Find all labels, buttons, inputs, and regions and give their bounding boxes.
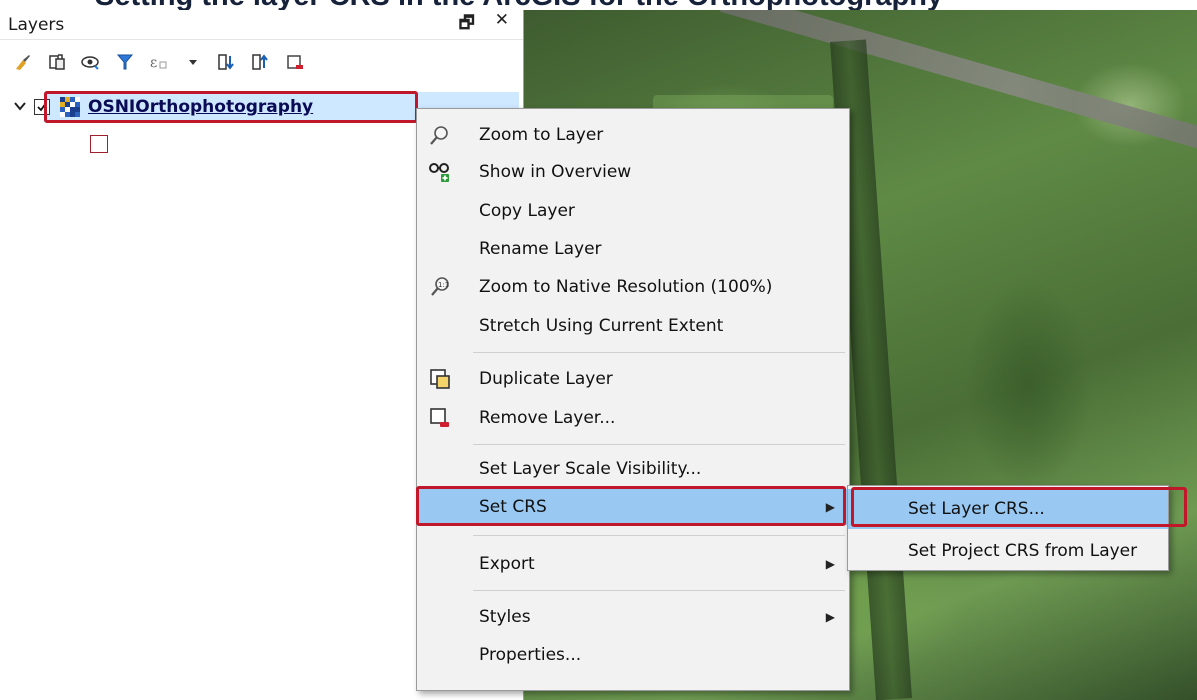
filter-icon[interactable] (114, 51, 136, 73)
add-layer-icon[interactable] (12, 51, 34, 73)
zoom-magnifier-icon (427, 122, 453, 148)
style-icon[interactable] (46, 51, 68, 73)
menu-item-zoom-native[interactable]: 1:1 Zoom to Native Resolution (100%) (417, 269, 849, 305)
menu-item-properties[interactable]: Properties... (417, 637, 849, 673)
layers-panel-titlebar: Layers 🗗 ✕ (0, 10, 523, 40)
layers-toolbar: ε (0, 40, 523, 84)
svg-text:1:1: 1:1 (438, 281, 449, 289)
legend-swatch (90, 135, 108, 153)
submenu-arrow-icon: ▶ (825, 610, 835, 624)
heading-text: Setting the layer CRS in the ArcGIS for … (95, 0, 943, 10)
layer-context-menu: Zoom to Layer Show in Overview Copy Laye… (416, 108, 850, 691)
menu-item-show-in-overview[interactable]: Show in Overview (417, 154, 849, 190)
overview-glasses-icon (427, 159, 453, 185)
collapse-all-icon[interactable] (250, 51, 272, 73)
menu-item-copy-layer[interactable]: Copy Layer (417, 193, 849, 229)
remove-layer-icon[interactable] (284, 51, 306, 73)
menu-item-duplicate-layer[interactable]: Duplicate Layer (417, 361, 849, 397)
menu-item-styles[interactable]: Styles ▶ (417, 599, 849, 635)
set-crs-highlight-box (416, 486, 846, 526)
remove-icon (427, 405, 453, 431)
layer-highlight-box (44, 91, 418, 123)
menu-separator (473, 535, 845, 536)
visibility-icon[interactable] (80, 51, 102, 73)
close-panel-icon[interactable]: ✕ (495, 10, 509, 39)
set-layer-crs-highlight-box (851, 487, 1187, 527)
native-resolution-icon: 1:1 (427, 274, 453, 300)
menu-item-remove-layer[interactable]: Remove Layer... (417, 400, 849, 436)
menu-item-rename-layer[interactable]: Rename Layer (417, 231, 849, 267)
menu-item-zoom-to-layer[interactable]: Zoom to Layer (417, 117, 849, 153)
menu-separator (473, 444, 845, 445)
panel-controls: 🗗 ✕ (459, 10, 509, 39)
duplicate-icon (427, 366, 453, 392)
menu-item-scale-visibility[interactable]: Set Layer Scale Visibility... (417, 451, 849, 487)
menu-separator (473, 352, 845, 353)
expand-all-icon[interactable] (216, 51, 238, 73)
dropdown-icon[interactable] (182, 51, 204, 73)
menu-separator (473, 590, 845, 591)
menu-item-stretch-extent[interactable]: Stretch Using Current Extent (417, 308, 849, 344)
layers-panel-title: Layers (8, 14, 65, 35)
float-panel-icon[interactable]: 🗗 (459, 10, 475, 39)
chevron-down-icon[interactable] (14, 98, 34, 116)
heading-strip: Setting the layer CRS in the ArcGIS for … (0, 0, 1197, 10)
submenu-item-set-project-crs[interactable]: Set Project CRS from Layer (848, 531, 1168, 571)
svg-text:ε: ε (150, 55, 157, 71)
submenu-arrow-icon: ▶ (825, 557, 835, 571)
menu-item-export[interactable]: Export ▶ (417, 546, 849, 582)
expression-icon[interactable]: ε (148, 51, 170, 73)
